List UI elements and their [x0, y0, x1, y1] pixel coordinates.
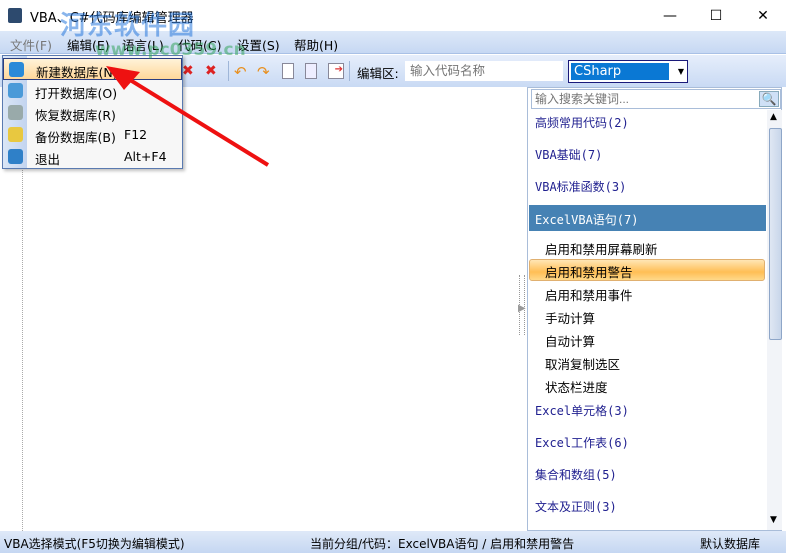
arrow-head [106, 66, 140, 90]
annotation-arrow [106, 66, 270, 167]
arrow-shaft [120, 73, 270, 167]
